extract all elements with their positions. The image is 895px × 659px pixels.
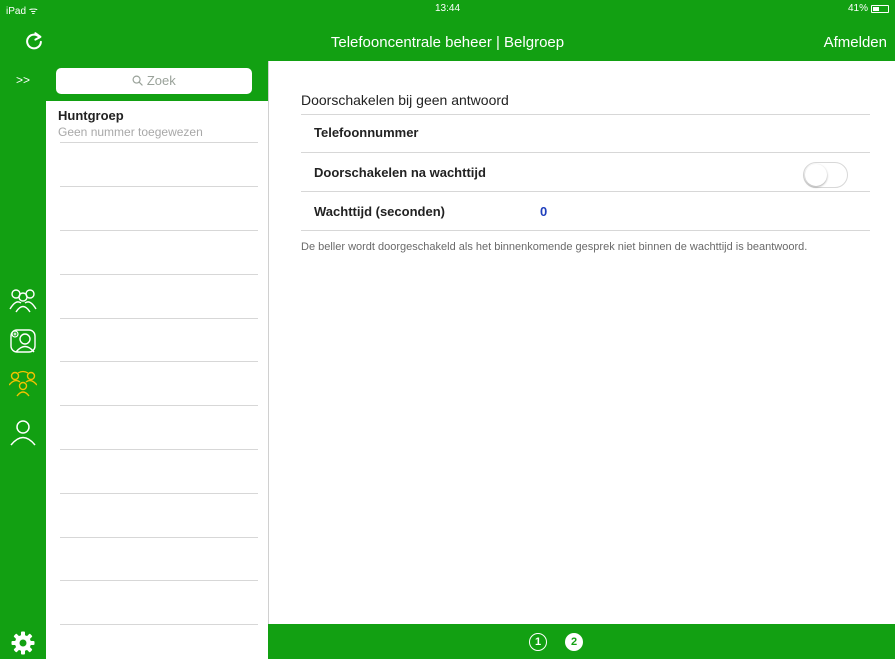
list-divider: [60, 405, 258, 406]
expand-button[interactable]: >>: [0, 73, 46, 87]
divider: [301, 191, 870, 192]
divider: [301, 114, 870, 115]
list-divider: [60, 537, 258, 538]
group-users-icon[interactable]: [9, 285, 37, 313]
list-divider: [60, 274, 258, 275]
side-rail: >>: [0, 61, 46, 659]
top-bar: iPad ᯤ 13:44 41% Telefooncentrale beheer…: [0, 0, 895, 61]
toggle-knob: [805, 164, 827, 186]
detail-panel: Doorschakelen bij geen antwoord Telefoon…: [268, 61, 895, 659]
list-divider: [60, 493, 258, 494]
list-item-subtitle: Geen nummer toegewezen: [58, 125, 203, 139]
status-battery: 41%: [848, 3, 889, 14]
list-divider: [60, 318, 258, 319]
search-placeholder: Zoek: [146, 73, 176, 88]
page-2-button[interactable]: 2: [565, 633, 583, 651]
forward-explanation: De beller wordt doorgeschakeld als het b…: [301, 241, 808, 253]
list-divider: [60, 142, 258, 143]
forward-after-wait-toggle[interactable]: [803, 162, 848, 188]
page-title: Telefooncentrale beheer | Belgroep: [330, 34, 565, 51]
page-bar: 1 2: [268, 624, 895, 659]
gear-icon[interactable]: [11, 631, 35, 655]
huntgroup-icon[interactable]: [9, 369, 37, 397]
list-divider: [60, 361, 258, 362]
logout-button[interactable]: Afmelden: [824, 34, 887, 51]
divider: [301, 230, 870, 231]
divider: [301, 152, 870, 153]
list-divider: [60, 449, 258, 450]
search-input[interactable]: Zoek: [56, 68, 252, 94]
battery-icon: [871, 4, 889, 13]
list-divider: [60, 580, 258, 581]
battery-percent: 41%: [847, 3, 868, 14]
wait-time-label: Wachttijd (seconden): [314, 204, 445, 219]
list-divider: [60, 186, 258, 187]
list-item[interactable]: Huntgroep Geen nummer toegewezen: [58, 108, 203, 139]
status-time: 13:44: [434, 3, 461, 14]
wait-time-value[interactable]: 0: [540, 204, 547, 219]
page-1-button[interactable]: 1: [529, 633, 547, 651]
list-divider: [60, 624, 258, 625]
phone-number-label: Telefoonnummer: [314, 125, 419, 140]
list-divider: [60, 230, 258, 231]
app-root: iPad ᯤ 13:44 41% Telefooncentrale beheer…: [0, 0, 895, 659]
list-item-title: Huntgroep: [58, 108, 124, 123]
search-bar: Zoek: [46, 61, 268, 101]
search-icon: [132, 75, 143, 86]
section-title: Doorschakelen bij geen antwoord: [301, 92, 509, 108]
forward-after-wait-label: Doorschakelen na wachttijd: [314, 165, 486, 180]
user-icon[interactable]: [9, 418, 37, 446]
add-user-icon[interactable]: [9, 327, 37, 355]
list-panel: Zoek Huntgroep Geen nummer toegewezen: [46, 61, 268, 659]
